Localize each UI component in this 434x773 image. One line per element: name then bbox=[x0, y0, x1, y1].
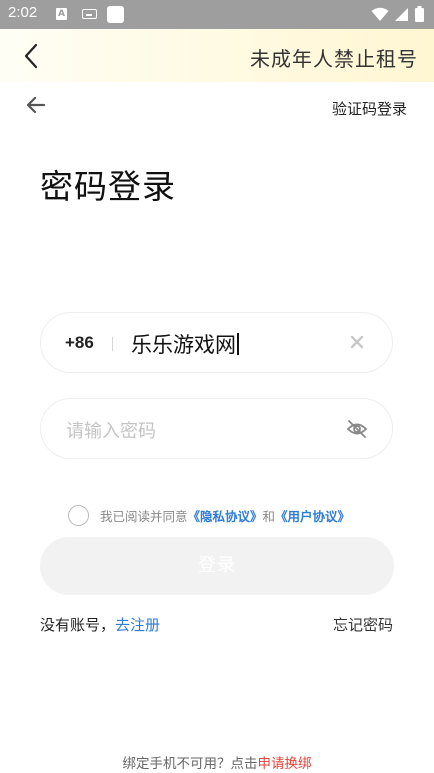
eye-off-icon[interactable] bbox=[346, 418, 368, 440]
privacy-policy-link[interactable]: 《隐私协议》 bbox=[188, 509, 263, 524]
login-button[interactable]: 登录 bbox=[40, 537, 394, 595]
sms-login-link[interactable]: 验证码登录 bbox=[332, 98, 407, 119]
signal-icon bbox=[395, 7, 408, 21]
system-icons bbox=[371, 6, 424, 22]
agreement-prefix: 我已阅读并同意 bbox=[100, 509, 188, 524]
phone-input-value: 乐乐游戏网 bbox=[131, 333, 236, 357]
page-title: 密码登录 bbox=[40, 167, 176, 206]
back-arrow-icon[interactable] bbox=[20, 41, 44, 71]
register-row: 没有账号，去注册 bbox=[40, 614, 160, 635]
rebind-link[interactable]: 申请换绑 bbox=[258, 756, 312, 772]
arrow-left-icon[interactable] bbox=[24, 94, 48, 116]
top-bar: 未成年人禁止租号 bbox=[0, 29, 434, 82]
status-time: 2:02 bbox=[8, 4, 38, 21]
text-caret bbox=[237, 333, 239, 355]
wifi-icon bbox=[371, 7, 389, 21]
field-divider bbox=[112, 337, 113, 351]
password-input[interactable]: 请输入密码 bbox=[66, 417, 156, 443]
agreement-checkbox[interactable] bbox=[68, 505, 89, 526]
country-code[interactable]: +86 bbox=[65, 333, 94, 353]
register-link[interactable]: 去注册 bbox=[115, 616, 160, 634]
footer-text: 绑定手机不可用？点击 bbox=[122, 756, 258, 772]
top-bar-title: 未成年人禁止租号 bbox=[250, 47, 418, 71]
phone-input[interactable]: 乐乐游戏网 bbox=[131, 329, 239, 359]
login-page: 2:02 A 未成年人禁止租号 验证码登录 密码登录 +86 乐乐游戏网 请输入… bbox=[0, 0, 434, 773]
a-icon: A bbox=[56, 8, 67, 20]
battery-icon bbox=[415, 6, 424, 22]
user-agreement-link[interactable]: 《用户协议》 bbox=[275, 509, 350, 524]
status-bar: 2:02 A bbox=[0, 0, 434, 29]
agreement-text: 我已阅读并同意《隐私协议》和《用户协议》 bbox=[100, 506, 350, 525]
password-field[interactable]: 请输入密码 bbox=[40, 398, 393, 459]
square-icon bbox=[107, 6, 124, 23]
forgot-password-link[interactable]: 忘记密码 bbox=[333, 614, 393, 635]
clear-icon[interactable] bbox=[350, 335, 364, 349]
phone-field[interactable]: +86 乐乐游戏网 bbox=[40, 312, 393, 373]
footer: 绑定手机不可用？点击申请换绑 bbox=[0, 752, 434, 772]
register-prompt: 没有账号， bbox=[40, 616, 116, 634]
keyboard-icon bbox=[82, 9, 97, 19]
agreement-conjunction: 和 bbox=[262, 509, 276, 524]
agreement-row: 我已阅读并同意《隐私协议》和《用户协议》 bbox=[68, 505, 350, 526]
